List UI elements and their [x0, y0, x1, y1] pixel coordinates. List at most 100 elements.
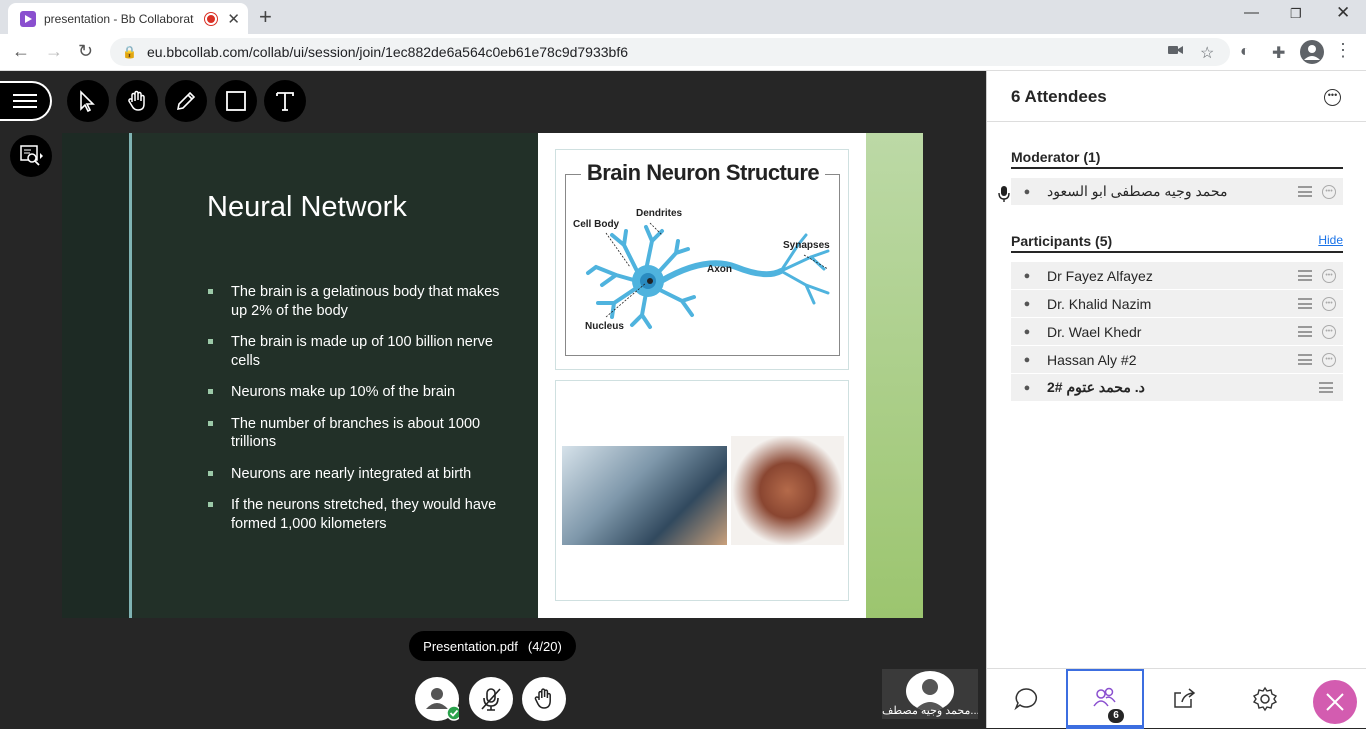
attendee-menu-icon[interactable] — [1319, 382, 1333, 393]
url-field[interactable]: 🔒 eu.bbcollab.com/collab/ui/session/join… — [110, 38, 1230, 66]
pointer-tool-button[interactable] — [67, 80, 109, 122]
collab-panel-bar: 6 — [987, 668, 1366, 729]
person-icon: ● — [1023, 353, 1031, 366]
diagram-title: Brain Neuron Structure — [556, 160, 850, 186]
attendee-name: Dr. Wael Khedr — [1047, 323, 1142, 340]
camera-icon[interactable] — [1168, 43, 1184, 61]
attendees-button[interactable]: 6 — [1066, 669, 1144, 729]
attendee-name: د. محمد عتوم #2 — [1047, 379, 1145, 395]
zoom-view-button[interactable] — [10, 135, 52, 177]
attendee-row[interactable]: ● Dr. Khalid Nazim ••• — [1011, 290, 1343, 317]
profile-avatar-icon[interactable] — [1300, 40, 1324, 69]
attendee-options-icon[interactable]: ••• — [1322, 268, 1336, 283]
microphone-button[interactable] — [469, 677, 513, 721]
share-content-button[interactable] — [1146, 669, 1224, 729]
slide-bullet: The brain is made up of 100 billion nerv… — [207, 333, 507, 370]
person-icon: ● — [1023, 269, 1031, 282]
new-tab-button[interactable]: + — [259, 4, 272, 30]
file-pagination-pill[interactable]: Presentation.pdf (4/20) — [409, 631, 576, 661]
microphone-active-icon — [997, 186, 1011, 205]
slide-bullet: If the neurons stretched, they would hav… — [207, 496, 507, 533]
url-text: eu.bbcollab.com/collab/ui/session/join/1… — [146, 44, 628, 60]
attendee-row[interactable]: ● Dr Fayez Alfayez ••• — [1011, 262, 1343, 289]
close-tab-icon[interactable]: ✕ — [227, 10, 240, 28]
attendee-name: Hassan Aly #2 — [1047, 351, 1137, 368]
forward-icon[interactable]: → — [45, 41, 63, 62]
label-axon: Axon — [707, 264, 732, 275]
lock-icon: 🔒 — [122, 45, 137, 59]
raise-hand-button[interactable] — [522, 677, 566, 721]
hide-participants-link[interactable]: Hide — [1318, 233, 1343, 247]
attendee-row[interactable]: ● Dr. Wael Khedr ••• — [1011, 318, 1343, 345]
divider — [987, 121, 1366, 122]
shape-tool-button[interactable] — [215, 80, 257, 122]
slide-bullet: The brain is a gelatinous body that make… — [207, 283, 507, 320]
pencil-tool-button[interactable] — [165, 80, 207, 122]
attendee-menu-icon[interactable] — [1298, 298, 1312, 309]
chat-button[interactable] — [987, 669, 1065, 729]
self-name: محمد وجيه مصطف... — [882, 705, 978, 717]
my-status-button[interactable] — [415, 677, 459, 721]
label-dendrites: Dendrites — [636, 208, 683, 219]
minimize-icon[interactable]: — — [1244, 4, 1259, 21]
text-tool-button[interactable] — [264, 80, 306, 122]
session-menu-button[interactable] — [0, 81, 52, 121]
close-panel-button[interactable] — [1313, 680, 1357, 724]
slide-bullet: Neurons are nearly integrated at birth — [207, 465, 507, 484]
browser-menu-icon[interactable]: ⋮ — [1334, 40, 1352, 61]
neuron-diagram-frame: Brain Neuron Structure Cell Body Dendrit… — [555, 149, 849, 370]
slide-title: Neural Network — [207, 191, 407, 223]
neuron-photo — [562, 446, 727, 545]
attendee-row[interactable]: ● Hassan Aly #2 ••• — [1011, 346, 1343, 373]
attendee-row-moderator[interactable]: ● محمد وجيه مصطفى ابو السعود ••• — [1011, 178, 1343, 205]
attendee-menu-icon[interactable] — [1298, 270, 1312, 281]
extension-icon[interactable]: ◐ — [1240, 43, 1250, 61]
close-window-icon[interactable]: ✕ — [1336, 3, 1350, 23]
label-cell-body: Cell Body — [573, 219, 620, 230]
attendee-menu-icon[interactable] — [1298, 186, 1312, 197]
person-icon: ● — [1023, 381, 1031, 394]
slide-right-band — [866, 133, 923, 618]
attendee-name: Dr Fayez Alfayez — [1047, 267, 1153, 284]
person-icon: ● — [1023, 297, 1031, 310]
attendee-name: Dr. Khalid Nazim — [1047, 295, 1152, 312]
attendees-panel: 6 Attendees ••• Moderator (1) ● محمد وجي… — [986, 71, 1366, 729]
browser-tab-bar: presentation - Bb Collaborat ✕ + — ❐ ✕ — [0, 0, 1366, 34]
attendee-row[interactable]: ● د. محمد عتوم #2 — [1011, 374, 1343, 401]
recording-icon — [205, 12, 218, 25]
person-icon: ● — [1023, 185, 1031, 198]
photo-frame — [555, 380, 849, 601]
attendee-name: محمد وجيه مصطفى ابو السعود — [1047, 183, 1228, 199]
slide-left-band — [62, 133, 130, 618]
slide-bullet: Neurons make up 10% of the brain — [207, 383, 507, 402]
back-icon[interactable]: ← — [12, 41, 30, 62]
attendee-options-icon[interactable]: ••• — [1322, 324, 1336, 339]
attendee-options-icon[interactable]: ••• — [1322, 296, 1336, 311]
person-icon: ● — [1023, 325, 1031, 338]
attendee-options-icon[interactable]: ••• — [1322, 184, 1336, 199]
bookmark-star-icon[interactable]: ☆ — [1200, 43, 1214, 63]
attendee-options-icon[interactable]: ••• — [1322, 352, 1336, 367]
puzzle-extensions-icon[interactable]: ✚ — [1272, 43, 1285, 63]
self-video-tile[interactable]: محمد وجيه مصطف... — [882, 669, 978, 719]
address-bar-row: ← → ↻ 🔒 eu.bbcollab.com/collab/ui/sessio… — [0, 34, 1366, 71]
slide-bullet-list: The brain is a gelatinous body that make… — [207, 283, 507, 546]
file-name: Presentation.pdf — [423, 638, 518, 654]
settings-button[interactable] — [1226, 669, 1304, 729]
moderator-header: Moderator (1) — [1011, 149, 1343, 169]
slide-image-panel: Brain Neuron Structure Cell Body Dendrit… — [538, 133, 866, 618]
pan-hand-tool-button[interactable] — [116, 80, 158, 122]
label-synapses: Synapses — [783, 240, 830, 251]
fetus-photo — [731, 436, 844, 545]
slide-bullet: The number of branches is about 1000 tri… — [207, 415, 507, 452]
shared-slide: Neural Network The brain is a gelatinous… — [62, 133, 923, 618]
browser-tab[interactable]: presentation - Bb Collaborat ✕ — [8, 3, 248, 34]
more-options-icon[interactable]: ••• — [1324, 89, 1341, 106]
attendee-menu-icon[interactable] — [1298, 326, 1312, 337]
presentation-stage: Neural Network The brain is a gelatinous… — [0, 71, 986, 728]
participants-header: Participants (5) Hide — [1011, 233, 1343, 253]
reload-icon[interactable]: ↻ — [78, 41, 93, 62]
attendee-menu-icon[interactable] — [1298, 354, 1312, 365]
slide-divider — [129, 133, 132, 618]
restore-icon[interactable]: ❐ — [1290, 6, 1302, 22]
